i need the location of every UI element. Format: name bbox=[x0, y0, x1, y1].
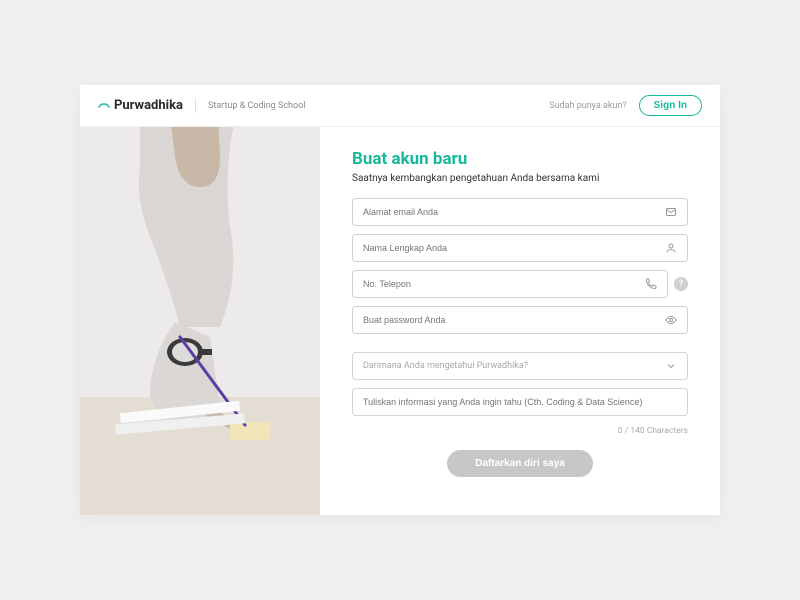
char-count: 0 / 140 Characters bbox=[352, 426, 688, 436]
chevron-down-icon bbox=[665, 360, 677, 372]
brand: Purwadhika bbox=[98, 98, 183, 113]
have-account-text: Sudah punya akun? bbox=[549, 101, 626, 111]
form-title: Buat akun baru bbox=[352, 149, 688, 169]
eye-icon[interactable] bbox=[665, 314, 677, 326]
phone-icon bbox=[645, 278, 657, 290]
mail-icon bbox=[665, 206, 677, 218]
divider bbox=[195, 99, 196, 113]
header-right: Sudah punya akun? Sign In bbox=[549, 95, 702, 116]
submit-button[interactable]: Daftarkan diri saya bbox=[447, 450, 593, 477]
source-placeholder: Darimana Anda mengetahui Purwadhika? bbox=[363, 361, 657, 371]
name-field[interactable] bbox=[352, 234, 688, 262]
brand-name: Purwadhika bbox=[114, 98, 183, 113]
signin-button[interactable]: Sign In bbox=[639, 95, 702, 116]
person-icon bbox=[665, 242, 677, 254]
name-input[interactable] bbox=[363, 243, 657, 253]
phone-help-icon[interactable]: ? bbox=[674, 277, 688, 291]
info-input[interactable] bbox=[363, 397, 677, 407]
phone-field[interactable] bbox=[352, 270, 668, 298]
password-field[interactable] bbox=[352, 306, 688, 334]
header: Purwadhika Startup & Coding School Sudah… bbox=[80, 85, 720, 127]
source-field[interactable]: Darimana Anda mengetahui Purwadhika? bbox=[352, 352, 688, 380]
logo-icon bbox=[98, 100, 110, 112]
info-field[interactable] bbox=[352, 388, 688, 416]
hero-image bbox=[80, 127, 320, 515]
phone-input[interactable] bbox=[363, 279, 637, 289]
signup-card: Purwadhika Startup & Coding School Sudah… bbox=[80, 85, 720, 515]
signup-form: Buat akun baru Saatnya kembangkan penget… bbox=[320, 127, 720, 515]
email-input[interactable] bbox=[363, 207, 657, 217]
email-field[interactable] bbox=[352, 198, 688, 226]
body: Buat akun baru Saatnya kembangkan penget… bbox=[80, 127, 720, 515]
password-input[interactable] bbox=[363, 315, 657, 325]
form-subtitle: Saatnya kembangkan pengetahuan Anda bers… bbox=[352, 173, 688, 184]
brand-tagline: Startup & Coding School bbox=[208, 101, 305, 111]
